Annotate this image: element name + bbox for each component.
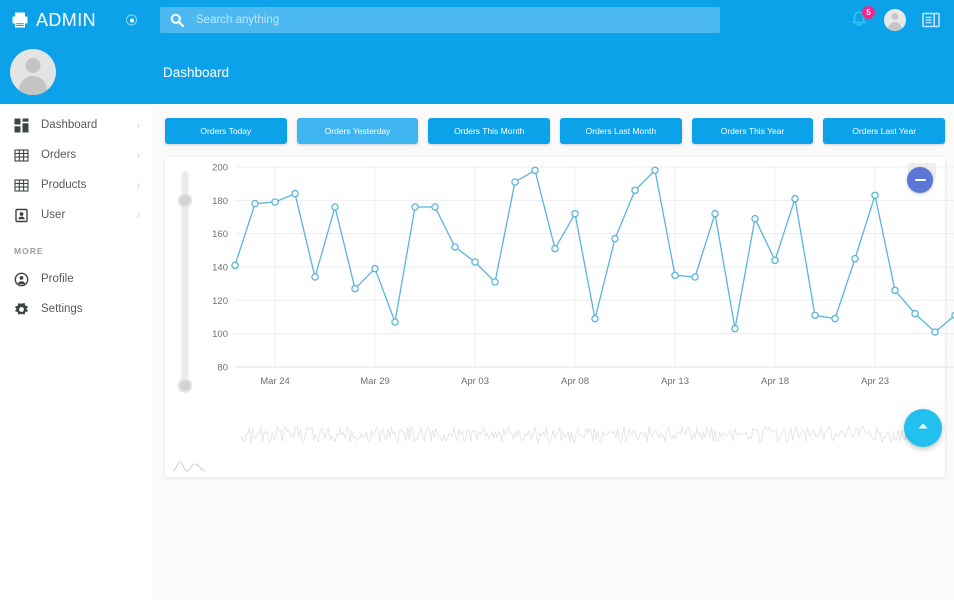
user-card-icon xyxy=(14,208,29,223)
chevron-right-icon: › xyxy=(137,150,140,161)
svg-text:Apr 18: Apr 18 xyxy=(761,376,789,387)
sidebar-item-label: Settings xyxy=(41,303,140,315)
svg-text:180: 180 xyxy=(212,196,228,207)
svg-text:100: 100 xyxy=(212,329,228,340)
sidebar-item-products[interactable]: Products › xyxy=(0,170,152,200)
sidebar-item-user[interactable]: User › xyxy=(0,200,152,230)
search-input[interactable] xyxy=(196,14,710,26)
page-header: Dashboard xyxy=(152,40,954,104)
search-icon xyxy=(170,13,184,27)
printer-icon xyxy=(11,11,29,29)
header-actions: 5 xyxy=(850,0,946,40)
orders-this-year-button[interactable]: Orders This Year xyxy=(692,118,814,144)
svg-text:140: 140 xyxy=(212,263,228,274)
navigator-sparkline[interactable] xyxy=(201,415,954,455)
svg-text:120: 120 xyxy=(212,296,228,307)
svg-text:200: 200 xyxy=(212,163,228,174)
sidebar-item-orders[interactable]: Orders › xyxy=(0,140,152,170)
sidebar-item-profile[interactable]: Profile xyxy=(0,264,152,294)
table-grid-icon xyxy=(14,178,29,193)
orders-this-month-button[interactable]: Orders This Month xyxy=(428,118,550,144)
line-chart-plot: 80 100 120 140 160 180 200 Mar 24 Mar 29 Apr 03 Ap… xyxy=(201,159,939,414)
search-bar[interactable] xyxy=(160,7,720,33)
top-bar: ADMIN 5 xyxy=(0,0,954,40)
admin-dashboard-page: ADMIN 5 xyxy=(0,0,954,600)
chart-navigator[interactable] xyxy=(201,415,939,455)
minus-icon xyxy=(915,179,926,181)
range-button-row: Orders Today Orders Yesterday Orders Thi… xyxy=(165,118,945,144)
orders-last-month-button[interactable]: Orders Last Month xyxy=(560,118,682,144)
brand-title: ADMIN xyxy=(36,10,96,31)
circle-dot-icon[interactable] xyxy=(126,15,137,26)
sidebar: Dashboard › Orders › xyxy=(0,40,152,600)
svg-text:Apr 13: Apr 13 xyxy=(661,376,689,387)
sidebar-item-settings[interactable]: Settings xyxy=(0,294,152,324)
y-axis-range-slider[interactable] xyxy=(176,165,194,393)
orders-chart-card: 80 100 120 140 160 180 200 Mar 24 Mar 29 Apr 03 Ap… xyxy=(165,157,945,477)
chevron-right-icon: › xyxy=(137,210,140,221)
sidebar-nav: Dashboard › Orders › xyxy=(0,104,152,324)
sidebar-section-heading: MORE xyxy=(0,230,152,264)
sidebar-item-label: Profile xyxy=(41,273,140,285)
notification-badge: 5 xyxy=(862,6,875,19)
toggle-right-panel-icon[interactable] xyxy=(922,12,940,28)
chevron-right-icon: › xyxy=(137,180,140,191)
chevron-right-icon: › xyxy=(137,120,140,131)
sparkline-icon xyxy=(172,457,206,473)
person-circle-icon xyxy=(14,272,29,287)
brand-area[interactable]: ADMIN xyxy=(0,0,152,40)
svg-text:Apr 23: Apr 23 xyxy=(861,376,889,387)
orders-today-button[interactable]: Orders Today xyxy=(165,118,287,144)
zoom-out-button[interactable] xyxy=(907,167,933,193)
content-area: Orders Today Orders Yesterday Orders Thi… xyxy=(152,104,954,477)
svg-text:Mar 29: Mar 29 xyxy=(360,376,390,387)
main-content: Dashboard Orders Today Orders Yesterday … xyxy=(152,40,954,600)
sidebar-item-label: User xyxy=(41,209,137,221)
orders-yesterday-button[interactable]: Orders Yesterday xyxy=(297,118,419,144)
svg-text:80: 80 xyxy=(217,363,228,374)
avatar[interactable] xyxy=(884,9,906,31)
svg-text:160: 160 xyxy=(212,229,228,240)
orders-last-year-button[interactable]: Orders Last Year xyxy=(823,118,945,144)
svg-text:Apr 03: Apr 03 xyxy=(461,376,489,387)
slider-handle-lower[interactable] xyxy=(178,378,193,393)
svg-text:Apr 08: Apr 08 xyxy=(561,376,589,387)
dashboard-grid-icon xyxy=(14,118,29,133)
gear-icon xyxy=(14,302,29,317)
sidebar-item-label: Products xyxy=(41,179,137,191)
line-chart-svg[interactable]: 80 100 120 140 160 180 200 Mar 24 Mar 29 Apr 03 Ap… xyxy=(201,159,954,409)
sidebar-item-dashboard[interactable]: Dashboard › xyxy=(0,110,152,140)
svg-text:Mar 24: Mar 24 xyxy=(260,376,290,387)
scroll-to-top-button[interactable] xyxy=(904,409,942,447)
sidebar-profile xyxy=(0,40,152,104)
table-grid-icon xyxy=(14,148,29,163)
avatar[interactable] xyxy=(10,49,56,95)
page-title: Dashboard xyxy=(163,65,229,80)
sidebar-item-label: Dashboard xyxy=(41,119,137,131)
notification-bell-icon[interactable]: 5 xyxy=(850,10,868,30)
slider-handle-upper[interactable] xyxy=(178,193,193,208)
sidebar-item-label: Orders xyxy=(41,149,137,161)
arrow-up-icon xyxy=(915,418,931,439)
